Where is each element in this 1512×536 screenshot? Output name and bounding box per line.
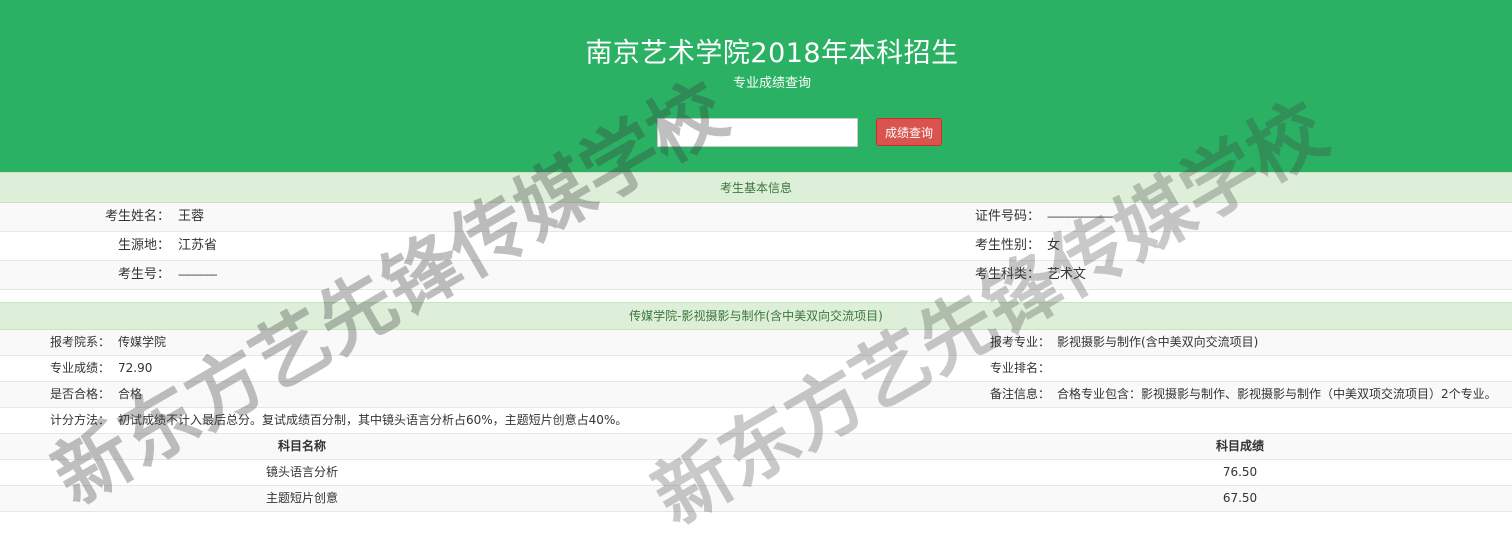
dept-value: 传媒学院	[118, 335, 167, 349]
col-score-header: 科目成绩	[1215, 439, 1264, 453]
dept-row-4: 计分方法： 初试成绩不计入最后总分。复试成绩百分制，其中镜头语言分析占60%，主…	[0, 408, 1512, 434]
major-value: 影视摄影与制作(含中美双向交流项目)	[1057, 335, 1259, 349]
info-row-name: 考生姓名： 王蓉 证件号码： ----------------------	[0, 203, 1512, 232]
name-label: 考生姓名：	[104, 209, 170, 224]
query-score-button[interactable]: 成绩查询	[876, 118, 942, 146]
subject-name: 主题短片创意	[265, 491, 338, 505]
method-label: 计分方法：	[50, 413, 111, 427]
scores-table: 科目名称 科目成绩 镜头语言分析 76.50 主题短片创意 67.50	[0, 434, 1512, 512]
table-row: 主题短片创意 67.50	[0, 486, 1512, 512]
basic-info-header: 考生基本信息	[0, 172, 1512, 203]
origin-value: 江苏省	[178, 238, 218, 253]
pass-value: 合格	[118, 387, 143, 401]
dept-row-3: 是否合格： 合格 备注信息： 合格专业包含：影视摄影与制作、影视摄影与制作（中美…	[0, 382, 1512, 408]
exam-no-label: 考生号：	[117, 267, 170, 282]
exam-no-value-masked: -------------	[178, 268, 218, 281]
pass-label: 是否合格：	[50, 387, 111, 401]
exam-number-input[interactable]	[657, 118, 858, 147]
id-value-masked: ----------------------	[1047, 210, 1113, 223]
method-value: 初试成绩不计入最后总分。复试成绩百分制，其中镜头语言分析占60%，主题短片创意占…	[118, 413, 628, 427]
info-row-origin: 生源地： 江苏省 考生性别： 女	[0, 232, 1512, 261]
info-row-exam-no: 考生号： ------------- 考生科类： 艺术文	[0, 261, 1512, 290]
dept-row-2: 专业成绩： 72.90 专业排名：	[0, 356, 1512, 382]
page-title: 南京艺术学院2018年本科招生	[585, 38, 959, 69]
subject-name: 镜头语言分析	[265, 465, 338, 479]
category-value: 艺术文	[1047, 267, 1087, 282]
subject-score: 67.50	[1222, 491, 1258, 505]
rank-label: 专业排名：	[990, 361, 1051, 375]
major-label: 报考专业：	[990, 335, 1051, 349]
note-value: 合格专业包含：影视摄影与制作、影视摄影与制作（中美双项交流项目）2个专业。	[1057, 387, 1497, 401]
page-subtitle: 专业成绩查询	[732, 76, 811, 91]
table-header-row: 科目名称 科目成绩	[0, 434, 1512, 460]
score-label: 专业成绩：	[50, 361, 111, 375]
col-subject-header: 科目名称	[277, 439, 326, 453]
id-label: 证件号码：	[974, 209, 1040, 224]
page-header: 南京艺术学院2018年本科招生 专业成绩查询 成绩查询	[0, 0, 1512, 172]
subject-score: 76.50	[1222, 465, 1258, 479]
name-value: 王蓉	[178, 209, 205, 224]
note-label: 备注信息：	[990, 387, 1051, 401]
dept-label: 报考院系：	[50, 335, 111, 349]
gender-label: 考生性别：	[974, 238, 1040, 253]
score-value: 72.90	[118, 361, 153, 375]
gender-value: 女	[1047, 238, 1061, 253]
origin-label: 生源地：	[117, 238, 170, 253]
table-row: 镜头语言分析 76.50	[0, 460, 1512, 486]
category-label: 考生科类：	[974, 267, 1040, 282]
department-header: 传媒学院-影视摄影与制作(含中美双向交流项目)	[0, 302, 1512, 330]
dept-row-1: 报考院系： 传媒学院 报考专业： 影视摄影与制作(含中美双向交流项目)	[0, 330, 1512, 356]
